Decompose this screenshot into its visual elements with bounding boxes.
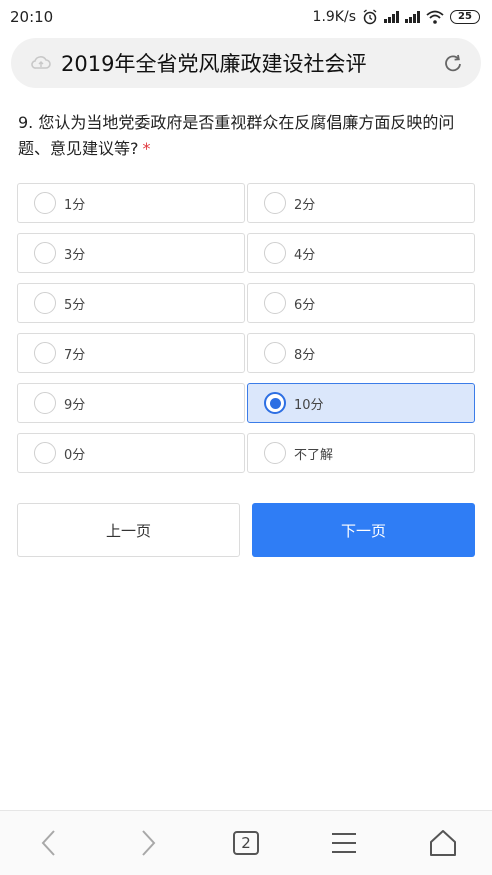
- status-bar: 20:10 1.9K/s 25: [0, 0, 492, 34]
- radio-checked-icon[interactable]: [264, 392, 286, 414]
- option-item[interactable]: 7分: [17, 333, 245, 373]
- radio-unchecked-icon[interactable]: [264, 442, 286, 464]
- tab-count-icon: 2: [232, 831, 259, 855]
- option-item[interactable]: 3分: [17, 233, 245, 273]
- option-item[interactable]: 0分: [17, 433, 245, 473]
- signal-icon: [384, 11, 399, 23]
- chevron-right-icon: [141, 830, 155, 856]
- tabs-button[interactable]: 2: [221, 818, 271, 868]
- cloud-sync-icon[interactable]: [29, 51, 53, 75]
- status-time: 20:10: [10, 8, 54, 26]
- option-item[interactable]: 5分: [17, 283, 245, 323]
- address-bar[interactable]: 2019年全省党风廉政建设社会评: [11, 38, 481, 88]
- menu-icon: [332, 833, 357, 853]
- option-label: 1分: [64, 197, 86, 213]
- answer-options: 1分 2分 3分 4分 5分 6分 7分 8分 9分 10分 0分 不了解: [17, 183, 475, 473]
- reload-icon[interactable]: [441, 51, 465, 75]
- option-label: 0分: [64, 447, 86, 463]
- forward-button[interactable]: [123, 818, 173, 868]
- option-item[interactable]: 8分: [247, 333, 475, 373]
- option-label: 2分: [294, 197, 316, 213]
- option-label: 不了解: [294, 447, 334, 463]
- radio-unchecked-icon[interactable]: [34, 342, 56, 364]
- radio-unchecked-icon[interactable]: [264, 242, 286, 264]
- radio-unchecked-icon[interactable]: [34, 442, 56, 464]
- radio-unchecked-icon[interactable]: [34, 192, 56, 214]
- option-label: 9分: [64, 397, 86, 413]
- radio-unchecked-icon[interactable]: [34, 242, 56, 264]
- radio-unchecked-icon[interactable]: [264, 292, 286, 314]
- chevron-left-icon: [41, 830, 55, 856]
- next-page-button[interactable]: 下一页: [252, 503, 475, 557]
- back-button[interactable]: [24, 818, 74, 868]
- required-mark: *: [142, 139, 151, 158]
- wifi-icon: [426, 10, 444, 24]
- question-text: 9. 您认为当地党委政府是否重视群众在反腐倡廉方面反映的问题、意见建议等? *: [18, 110, 478, 162]
- option-item[interactable]: 9分: [17, 383, 245, 423]
- page-title[interactable]: 2019年全省党风廉政建设社会评: [61, 48, 431, 78]
- option-label: 6分: [294, 297, 316, 313]
- home-button[interactable]: [418, 818, 468, 868]
- option-item[interactable]: 10分: [247, 383, 475, 423]
- radio-unchecked-icon[interactable]: [34, 292, 56, 314]
- option-label: 10分: [294, 397, 324, 413]
- battery-icon: 25: [450, 10, 480, 24]
- option-item[interactable]: 2分: [247, 183, 475, 223]
- option-item[interactable]: 1分: [17, 183, 245, 223]
- option-item[interactable]: 4分: [247, 233, 475, 273]
- option-item[interactable]: 6分: [247, 283, 475, 323]
- hd-signal-icon: [405, 11, 420, 23]
- option-label: 4分: [294, 247, 316, 263]
- radio-unchecked-icon[interactable]: [264, 192, 286, 214]
- radio-unchecked-icon[interactable]: [34, 392, 56, 414]
- home-icon: [429, 830, 456, 856]
- status-indicators: 1.9K/s 25: [313, 9, 480, 25]
- option-label: 8分: [294, 347, 316, 363]
- option-label: 5分: [64, 297, 86, 313]
- option-item[interactable]: 不了解: [247, 433, 475, 473]
- radio-unchecked-icon[interactable]: [264, 342, 286, 364]
- option-label: 3分: [64, 247, 86, 263]
- question-label: 9. 您认为当地党委政府是否重视群众在反腐倡廉方面反映的问题、意见建议等?: [18, 113, 455, 158]
- page-navigation: 上一页 下一页: [17, 503, 475, 557]
- prev-page-button[interactable]: 上一页: [17, 503, 240, 557]
- browser-bottom-bar: 2: [0, 810, 492, 875]
- option-label: 7分: [64, 347, 86, 363]
- menu-button[interactable]: [319, 818, 369, 868]
- network-speed: 1.9K/s: [312, 9, 356, 25]
- alarm-icon: [363, 9, 377, 25]
